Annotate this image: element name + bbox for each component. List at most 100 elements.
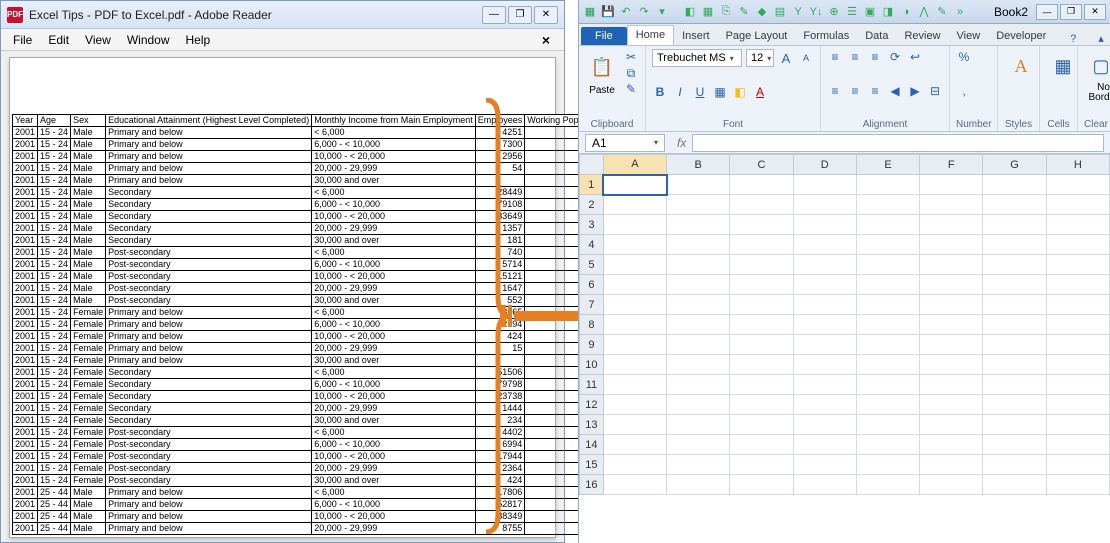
font-color-icon[interactable]: A	[752, 84, 768, 100]
menu-file[interactable]: File	[5, 31, 40, 49]
qat-custom-icon[interactable]: ▣	[863, 5, 877, 19]
row-header[interactable]: 16	[580, 475, 604, 495]
close-doc-button[interactable]: ×	[534, 30, 558, 50]
cell[interactable]	[603, 195, 666, 215]
cell[interactable]	[667, 415, 730, 435]
decrease-indent-icon[interactable]: ◀	[887, 83, 903, 99]
qat-more-icon[interactable]: ▾	[655, 5, 669, 19]
cell[interactable]	[667, 335, 730, 355]
cell[interactable]	[856, 355, 919, 375]
cell[interactable]	[1046, 335, 1109, 355]
qat-custom-icon[interactable]: ◑	[899, 5, 913, 19]
cell[interactable]	[920, 215, 983, 235]
cell[interactable]	[730, 335, 793, 355]
cell[interactable]	[603, 315, 666, 335]
formula-bar[interactable]	[692, 134, 1104, 152]
cell[interactable]	[983, 355, 1046, 375]
cell[interactable]	[856, 415, 919, 435]
font-name-select[interactable]: Trebuchet MS▾	[652, 49, 742, 67]
cell[interactable]	[793, 435, 856, 455]
cell[interactable]	[730, 375, 793, 395]
col-header[interactable]: C	[730, 155, 793, 175]
cell[interactable]	[983, 335, 1046, 355]
qat-custom-icon[interactable]: ⊕	[827, 5, 841, 19]
qat-undo-icon[interactable]: ↶	[619, 5, 633, 19]
minimize-ribbon-icon[interactable]: ▴	[1092, 32, 1110, 45]
bold-button[interactable]: B	[652, 84, 668, 100]
cell[interactable]	[920, 395, 983, 415]
cell[interactable]	[920, 195, 983, 215]
cell[interactable]	[730, 235, 793, 255]
cell[interactable]	[667, 375, 730, 395]
row-header[interactable]: 5	[580, 255, 604, 275]
cell[interactable]	[730, 415, 793, 435]
worksheet-grid[interactable]: ABCDEFGH12345678910111213141516	[579, 154, 1110, 543]
row-header[interactable]: 9	[580, 335, 604, 355]
cell[interactable]	[667, 235, 730, 255]
excel-titlebar[interactable]: ▦ 💾 ↶ ↷ ▾ ◧ ▦ ⎘ ✎ ◆ ▤ Y Y↓ ⊕ ☰ ▣ ◨ ◑ ⋀ ✎…	[579, 0, 1110, 24]
cell[interactable]	[920, 415, 983, 435]
col-header[interactable]: A	[603, 155, 666, 175]
cell[interactable]	[667, 355, 730, 375]
cell[interactable]	[983, 315, 1046, 335]
qat-custom-icon[interactable]: Y	[791, 5, 805, 19]
percent-icon[interactable]: %	[956, 49, 972, 65]
align-top-icon[interactable]: ≡	[827, 49, 843, 65]
col-header[interactable]: E	[856, 155, 919, 175]
cell[interactable]	[983, 435, 1046, 455]
fx-icon[interactable]: fx	[677, 136, 686, 150]
align-center-icon[interactable]: ≡	[847, 83, 863, 99]
qat-custom-icon[interactable]: ⋀	[917, 5, 931, 19]
cell[interactable]	[856, 235, 919, 255]
reader-titlebar[interactable]: PDF Excel Tips - PDF to Excel.pdf - Adob…	[1, 1, 564, 29]
merge-icon[interactable]: ⊟	[927, 83, 943, 99]
cell[interactable]	[920, 255, 983, 275]
minimize-button[interactable]: —	[1036, 4, 1058, 20]
cell[interactable]	[856, 435, 919, 455]
cell[interactable]	[793, 295, 856, 315]
cell[interactable]	[983, 235, 1046, 255]
close-button[interactable]: ✕	[534, 6, 558, 24]
cell[interactable]	[920, 235, 983, 255]
cell[interactable]	[667, 255, 730, 275]
cell[interactable]	[793, 335, 856, 355]
maximize-button[interactable]: ❐	[1060, 4, 1082, 20]
cell[interactable]	[920, 475, 983, 495]
align-middle-icon[interactable]: ≡	[847, 49, 863, 65]
comma-style-icon[interactable]: ,	[956, 83, 972, 99]
cell[interactable]	[793, 375, 856, 395]
row-header[interactable]: 10	[580, 355, 604, 375]
cell[interactable]	[856, 215, 919, 235]
tab-insert[interactable]: Insert	[674, 27, 718, 45]
align-left-icon[interactable]: ≡	[827, 83, 843, 99]
row-header[interactable]: 15	[580, 455, 604, 475]
cell[interactable]	[1046, 355, 1109, 375]
underline-button[interactable]: U	[692, 84, 708, 100]
cell[interactable]	[1046, 215, 1109, 235]
tab-review[interactable]: Review	[896, 27, 948, 45]
cell[interactable]	[667, 215, 730, 235]
cell[interactable]	[920, 355, 983, 375]
cell[interactable]	[603, 175, 666, 195]
cell[interactable]	[920, 455, 983, 475]
cell[interactable]	[793, 275, 856, 295]
align-right-icon[interactable]: ≡	[867, 83, 883, 99]
cell[interactable]	[603, 455, 666, 475]
no-border-icon[interactable]: ▢	[1084, 49, 1110, 83]
cell[interactable]	[730, 255, 793, 275]
cell[interactable]	[983, 255, 1046, 275]
cell[interactable]	[730, 295, 793, 315]
minimize-button[interactable]: —	[482, 6, 506, 24]
increase-indent-icon[interactable]: ▶	[907, 83, 923, 99]
cell[interactable]	[603, 215, 666, 235]
cell[interactable]	[920, 275, 983, 295]
copy-icon[interactable]: ⧉	[623, 65, 639, 81]
cell[interactable]	[793, 195, 856, 215]
qat-custom-icon[interactable]: ◨	[881, 5, 895, 19]
shrink-font-icon[interactable]: A	[798, 50, 814, 66]
cell[interactable]	[983, 215, 1046, 235]
cell[interactable]	[856, 175, 919, 195]
cell[interactable]	[793, 315, 856, 335]
cell[interactable]	[856, 375, 919, 395]
cell[interactable]	[603, 255, 666, 275]
